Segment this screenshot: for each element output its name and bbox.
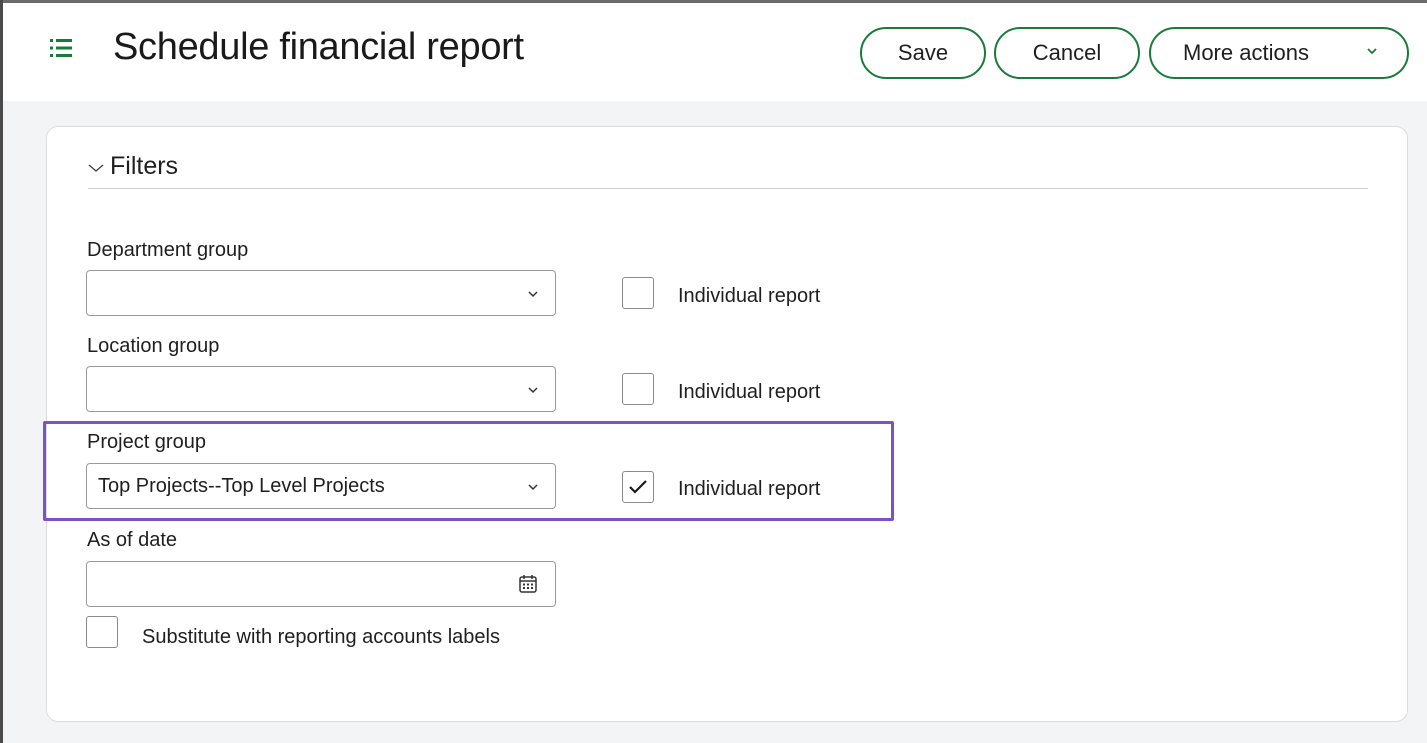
- as-of-date-label: As of date: [87, 529, 178, 551]
- location-group-select[interactable]: [86, 366, 556, 412]
- filters-divider: [88, 188, 1368, 189]
- location-individual-report-label: Individual report: [678, 381, 821, 403]
- calendar-icon[interactable]: [517, 573, 539, 595]
- as-of-date-input[interactable]: [86, 561, 556, 607]
- filters-section-label: Filters: [110, 152, 179, 180]
- department-group-select[interactable]: [86, 270, 556, 316]
- cancel-button[interactable]: Cancel: [994, 27, 1140, 79]
- project-group-value: Top Projects--Top Level Projects: [98, 474, 385, 497]
- substitute-labels-checkbox[interactable]: [86, 616, 118, 648]
- chevron-down-icon: [528, 484, 538, 491]
- project-group-select[interactable]: Top Projects--Top Level Projects: [86, 463, 556, 509]
- location-individual-report-checkbox[interactable]: [622, 373, 654, 405]
- list-menu-icon[interactable]: [50, 38, 72, 58]
- filters-section-toggle[interactable]: Filters: [88, 152, 178, 181]
- department-group-label: Department group: [87, 239, 249, 261]
- chevron-down-icon: [528, 291, 538, 298]
- substitute-labels-label: Substitute with reporting accounts label…: [142, 626, 500, 648]
- project-individual-report-checkbox[interactable]: [622, 471, 654, 503]
- chevron-down-icon: [1367, 48, 1377, 55]
- chevron-down-icon: [528, 387, 538, 394]
- page-title: Schedule financial report: [113, 26, 524, 68]
- more-actions-button[interactable]: More actions: [1149, 27, 1409, 79]
- project-individual-report-label: Individual report: [678, 478, 821, 500]
- location-group-label: Location group: [87, 335, 220, 357]
- project-group-label: Project group: [87, 431, 206, 453]
- checkmark-icon: [629, 480, 647, 494]
- department-individual-report-checkbox[interactable]: [622, 277, 654, 309]
- chevron-down-icon: [88, 164, 104, 172]
- save-button[interactable]: Save: [860, 27, 986, 79]
- department-individual-report-label: Individual report: [678, 285, 821, 307]
- more-actions-label: More actions: [1183, 40, 1309, 65]
